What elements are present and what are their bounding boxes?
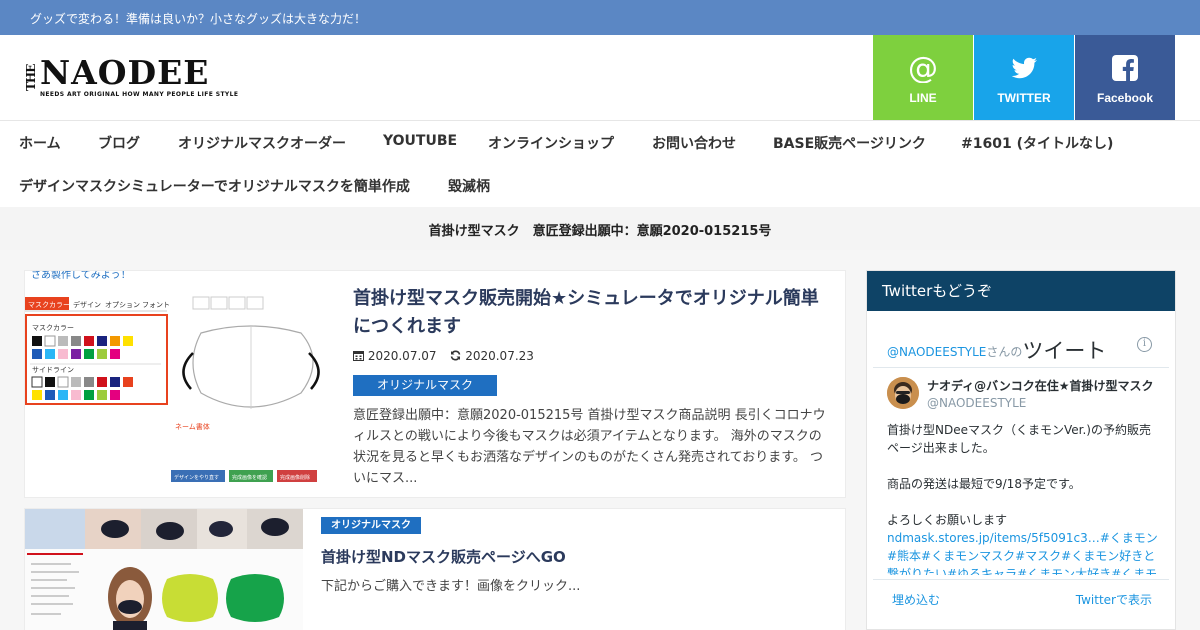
twitter-share-button[interactable]: TWITTER [974,35,1074,120]
thumb-tab-font: フォント [142,301,170,309]
facebook-share-button[interactable]: Facebook [1075,35,1175,120]
logo-the: THE [24,64,38,92]
tweet-link[interactable]: ndmask.stores.jp/items/5f5091c3…#くまモン#熊本… [887,529,1159,575]
thumb-btn-redo: デザインをやり直す [174,474,219,481]
tweet-user-handle[interactable]: @NAODEESTYLE [927,396,1026,410]
divider [873,367,1169,368]
article-card[interactable]: さあ製作してみよう！ マスクカラー デザイン オプション フォント マスクカラー [24,270,846,498]
timeline-header: @NAODEESTYLEさんのツイート [887,339,1107,363]
divider [873,579,1169,580]
sidebar-widget: Twitterもどうぞ @NAODEESTYLEさんのツイート i ナオディ@バ… [866,270,1176,630]
thumb-btn-delete: 完成画像削除 [280,474,310,481]
refresh-icon [451,350,461,361]
updated-date: 2020.07.23 [450,349,534,363]
at-icon: @ [873,51,973,86]
tweet-user-name[interactable]: ナオディ@バンコク在住★首掛け型マスク [927,377,1157,394]
embed-link[interactable]: 埋め込む [892,591,940,608]
line-share-button[interactable]: @ LINE [873,35,973,120]
line-label: LINE [909,91,937,105]
nav-item-original-mask-order[interactable]: オリジナルマスクオーダー [178,133,346,153]
thumb-tab-color: マスクカラー [28,301,70,309]
facebook-label: Facebook [1096,91,1153,105]
nav-item-base-link[interactable]: BASE販売ページリンク [773,133,926,153]
article-excerpt: 下記からご購入できます！画像をクリック... [321,579,581,594]
article-thumbnail[interactable] [25,509,303,630]
twitter-label: TWITTER [997,91,1051,105]
thumb-btn-confirm: 完成画像を確認 [232,474,267,481]
site-tagline: グッズで変わる！準備は良いか？小さなグッズは大きな力だ！ [30,12,367,26]
thumb-heading: さあ製作してみよう！ [31,271,131,281]
nav-item-mask-simulator[interactable]: デザインマスクシミュレーターでオリジナルマスクを簡単作成 [19,176,410,196]
article-title[interactable]: 首掛け型NDマスク販売ページへGO [321,546,566,567]
account-link[interactable]: @NAODEESTYLE [887,345,986,359]
thumb-tab-design: デザイン [73,300,101,309]
calendar-icon [353,351,364,361]
logo-main: NAODEE [40,53,210,92]
facebook-icon [1075,53,1175,83]
top-bar: グッズで変わる！準備は良いか？小さなグッズは大きな力だ！ [0,0,1200,35]
logo-tagline: NEEDS ART ORIGINAL HOW MANY PEOPLE LIFE … [40,91,239,98]
svg-text:@: @ [908,53,938,83]
avatar[interactable] [887,377,919,409]
article-thumbnail[interactable]: さあ製作してみよう！ マスクカラー デザイン オプション フォント マスクカラー [25,271,335,497]
twitter-bird-icon [974,53,1074,83]
site-logo[interactable]: THE NAODEE NEEDS ART ORIGINAL HOW MANY P… [24,53,238,101]
tweets-label: ツイート [1022,339,1107,363]
article-title[interactable]: 首掛け型マスク販売開始★シミュレータでオリジナル簡単につくれます [353,285,823,341]
article-meta: 2020.07.07 2020.07.23 [353,349,544,363]
nav-item-youtube[interactable]: YOUTUBE [383,133,457,149]
mask-simulator-screenshot: さあ製作してみよう！ マスクカラー デザイン オプション フォント マスクカラー [25,271,335,497]
category-badge[interactable]: オリジナルマスク [321,517,421,534]
published-date: 2020.07.07 [353,349,437,363]
notice-text: 首掛け型マスク 意匠登録出願中：意願2020-015215号 [428,224,772,239]
category-badge[interactable]: オリジナルマスク [353,375,497,396]
site-header: THE NAODEE NEEDS ART ORIGINAL HOW MANY P… [0,35,1200,121]
info-icon[interactable]: i [1137,337,1152,352]
nav-item-online-shop[interactable]: オンラインショップ [488,133,614,153]
tweet-text: 首掛け型NDeeマスク（くまモンVer.)の予約販売ページ出来ました。 商品の発… [887,421,1159,575]
thumb-section-sideline: サイドライン [32,366,74,374]
nav-item-home[interactable]: ホーム [19,133,61,153]
notice-bar: 首掛け型マスク 意匠登録出願中：意願2020-015215号 [0,207,1200,250]
article-excerpt: 意匠登録出願中：意願2020-015215号 首掛け型マスク商品説明 長引くコロ… [353,408,826,486]
main-nav: ホーム ブログ オリジナルマスクオーダー YOUTUBE オンラインショップ お… [0,121,1200,207]
mask-product-photo [25,509,303,630]
thumb-section-color: マスクカラー [32,324,74,332]
twitter-timeline: @NAODEESTYLEさんのツイート i ナオディ@バンコク在住★首掛け型マス… [873,321,1169,626]
nav-item-contact[interactable]: お問い合わせ [652,133,736,153]
nav-item-blog[interactable]: ブログ [98,133,140,153]
widget-title: Twitterもどうぞ [867,271,1175,311]
nav-item-pattern[interactable]: 毀滅柄 [448,176,490,196]
thumb-name-font-label: ネーム書体 [175,422,210,431]
view-on-twitter-link[interactable]: Twitterで表示 [1076,591,1152,608]
thumb-tab-option: オプション [105,301,140,309]
article-card[interactable]: オリジナルマスク 首掛け型NDマスク販売ページへGO 下記からご購入できます！画… [24,508,846,630]
nav-item-untitled[interactable]: #1601 (タイトルなし) [961,133,1113,153]
